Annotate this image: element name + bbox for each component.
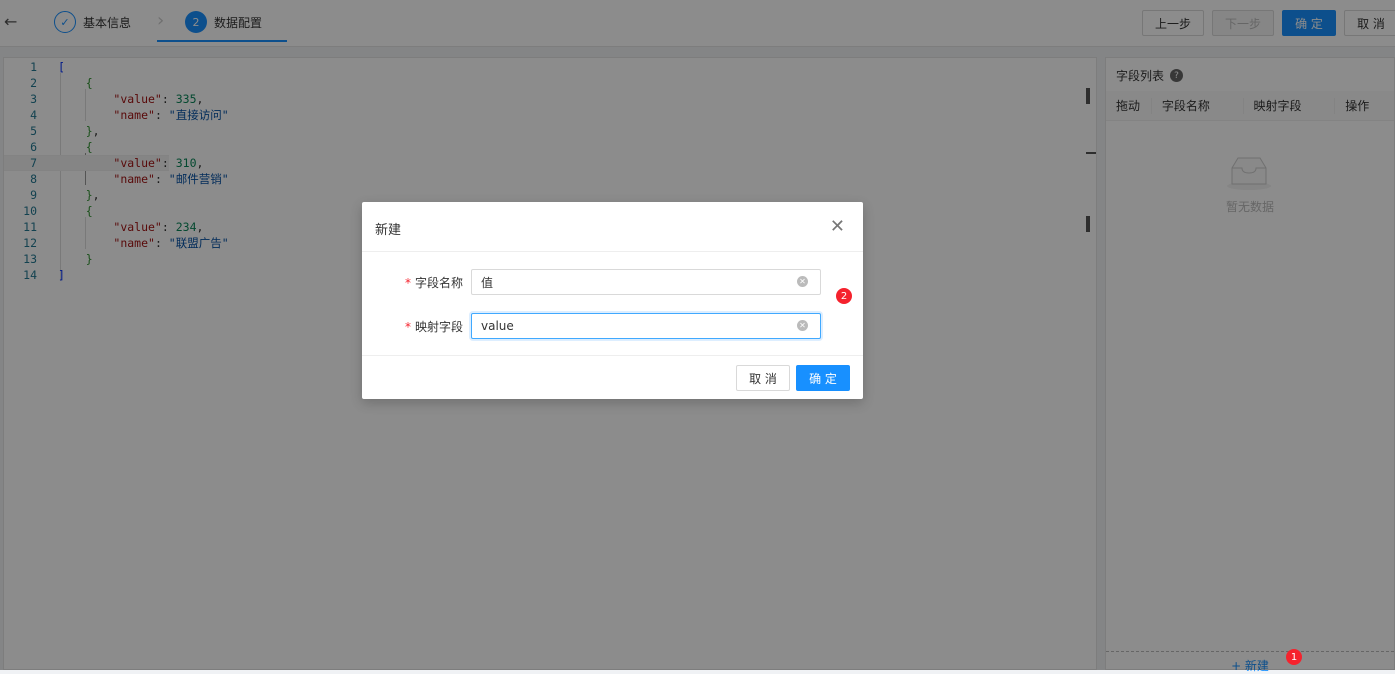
field-name-input[interactable]	[471, 269, 821, 295]
mapping-field-label: * 映射字段	[404, 320, 463, 334]
clear-icon[interactable]: ✕	[797, 276, 808, 287]
clear-icon[interactable]: ✕	[797, 320, 808, 331]
close-icon[interactable]: ✕	[830, 216, 845, 237]
dialog-title: 新建	[375, 223, 402, 238]
form-row-mapping: *映射字段 ✕	[362, 313, 863, 339]
field-name-label: * 字段名称	[404, 276, 463, 290]
step-badge-1: 1	[1286, 649, 1302, 665]
divider	[362, 251, 863, 252]
new-field-dialog: 新建 ✕ *字段名称 ✕ *映射字段 ✕ 取 消 确 定	[362, 202, 863, 399]
divider	[362, 355, 863, 356]
mapping-field-input[interactable]	[471, 313, 821, 339]
step-badge-2: 2	[836, 288, 852, 304]
dialog-ok-button[interactable]: 确 定	[796, 365, 850, 391]
form-row-field-name: *字段名称 ✕	[362, 269, 863, 295]
dialog-cancel-button[interactable]: 取 消	[736, 365, 790, 391]
